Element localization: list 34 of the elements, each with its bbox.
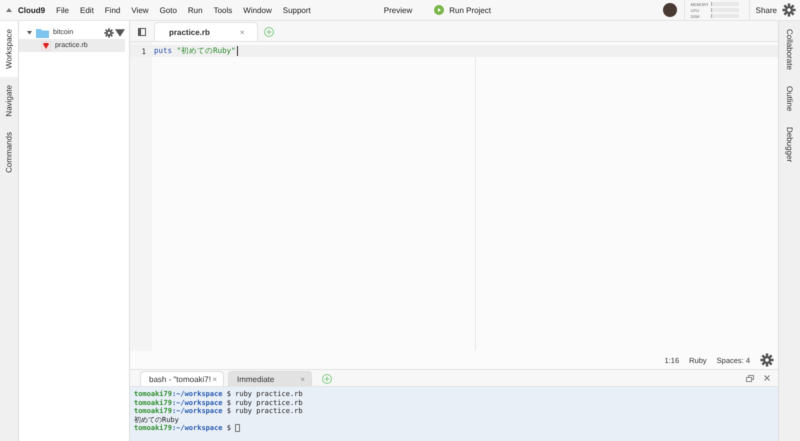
console-tab[interactable]: bash - "tomoaki7! × (140, 371, 224, 386)
menu-item[interactable]: File (56, 6, 69, 14)
menu-item[interactable]: Support (282, 6, 311, 14)
collapse-icon[interactable] (6, 8, 12, 12)
preview-button[interactable]: Preview (384, 6, 412, 14)
close-icon[interactable]: × (240, 28, 245, 36)
maximize-icon[interactable] (746, 374, 754, 382)
side-tab[interactable]: Workspace (0, 21, 18, 77)
close-icon[interactable]: × (212, 374, 217, 384)
side-tab[interactable]: Commands (0, 124, 18, 182)
avatar[interactable] (662, 3, 677, 17)
editor-tab[interactable]: practice.rb × (154, 22, 258, 41)
share-button[interactable]: Share (756, 6, 777, 14)
run-button[interactable]: Run Project (434, 5, 492, 15)
menu-item[interactable]: Edit (80, 6, 94, 14)
console-tab[interactable]: Immediate × (228, 371, 312, 386)
menu-item[interactable]: Goto (160, 6, 177, 14)
app-menu[interactable]: Cloud9 (18, 6, 46, 14)
menu-item[interactable]: View (131, 6, 149, 14)
side-tab[interactable]: Debugger (779, 119, 800, 170)
side-tab[interactable]: Outline (779, 78, 800, 120)
menu-item[interactable]: Tools (214, 6, 232, 14)
settings-icon[interactable] (782, 3, 796, 17)
settings-icon[interactable] (104, 28, 114, 38)
settings-icon[interactable] (760, 353, 774, 367)
ruby-file-icon (41, 40, 51, 50)
menu-item[interactable]: Run (188, 6, 203, 14)
play-icon (434, 5, 444, 15)
menu-item[interactable]: Find (104, 6, 120, 14)
side-tab[interactable]: Navigate (0, 76, 18, 124)
close-icon[interactable] (764, 375, 770, 381)
collapse-arrow-icon[interactable] (27, 30, 32, 35)
menu-item[interactable]: Window (243, 6, 272, 14)
side-tab[interactable]: Collaborate (779, 21, 800, 78)
